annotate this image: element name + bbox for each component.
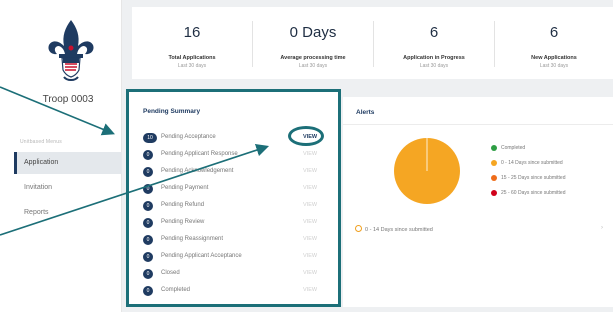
pending-row-closed: 0 Closed VIEW bbox=[143, 268, 323, 280]
pending-row-label: Pending Refund bbox=[161, 202, 205, 208]
stat-average-processing-time: 0 Days Average processing time Last 30 d… bbox=[253, 7, 373, 79]
view-button[interactable]: VIEW bbox=[303, 270, 317, 276]
pending-row-label: Closed bbox=[161, 270, 180, 276]
stat-period: Last 30 days bbox=[177, 63, 207, 69]
pending-row-applicant-acceptance: 0 Pending Applicant Acceptance VIEW bbox=[143, 251, 323, 263]
legend-label: 0 - 14 Days since submitted bbox=[501, 160, 563, 166]
view-button[interactable]: VIEW bbox=[303, 219, 317, 225]
legend-dot bbox=[491, 190, 497, 196]
legend-label: Completed bbox=[501, 145, 526, 151]
stat-label: Total Applications bbox=[168, 55, 216, 61]
alerts-divider bbox=[343, 124, 613, 125]
stat-period: Last 30 days bbox=[298, 63, 328, 69]
stat-period: Last 30 days bbox=[539, 63, 569, 69]
view-button[interactable]: VIEW bbox=[303, 185, 317, 191]
view-button[interactable]: VIEW bbox=[303, 287, 317, 293]
stat-value: 0 Days bbox=[289, 24, 337, 41]
view-button[interactable]: VIEW bbox=[303, 253, 317, 259]
pending-row-payment: 0 Pending Payment VIEW bbox=[143, 183, 323, 195]
pending-row-label: Pending Acknowledgement bbox=[161, 168, 234, 174]
pending-row-refund: 0 Pending Refund VIEW bbox=[143, 200, 323, 212]
pending-row-label: Pending Reassignment bbox=[161, 236, 224, 242]
legend-label: 15 - 25 Days since submitted bbox=[501, 175, 566, 181]
view-button[interactable]: VIEW bbox=[303, 202, 317, 208]
count-badge: 0 bbox=[143, 269, 153, 279]
count-badge: 10 bbox=[143, 133, 157, 143]
alert-row-label: 0 - 14 Days since submitted bbox=[365, 227, 433, 233]
stat-label: New Applications bbox=[531, 55, 577, 61]
stat-label: Application in Progress bbox=[403, 55, 465, 61]
legend-dot bbox=[491, 175, 497, 181]
pending-row-reassignment: 0 Pending Reassignment VIEW bbox=[143, 234, 323, 246]
pending-row-review: 0 Pending Review VIEW bbox=[143, 217, 323, 229]
stats-bar: 16 Total Applications Last 30 days 0 Day… bbox=[132, 7, 613, 79]
view-button[interactable]: VIEW bbox=[303, 236, 317, 242]
alerts-title: Alerts bbox=[356, 109, 375, 116]
pending-row-acknowledgement: 0 Pending Acknowledgement VIEW bbox=[143, 166, 323, 178]
alerts-panel: Alerts Completed 0 - 14 Days since submi… bbox=[343, 97, 613, 307]
sidebar-item-application[interactable]: Application bbox=[14, 152, 122, 174]
count-badge: 0 bbox=[143, 218, 153, 228]
pending-row-completed: 0 Completed VIEW bbox=[143, 285, 323, 297]
legend-label: 25 - 60 Days since submitted bbox=[501, 190, 566, 196]
app-window: Troop 0003 Unitbased Menus Application I… bbox=[14, 0, 613, 312]
pending-row-label: Pending Review bbox=[161, 219, 205, 225]
stat-value: 6 bbox=[429, 24, 439, 41]
stat-application-in-progress: 6 Application in Progress Last 30 days bbox=[374, 7, 494, 79]
pending-row-label: Completed bbox=[161, 287, 191, 293]
pending-row-applicant-response: 0 Pending Applicant Response VIEW bbox=[143, 149, 323, 161]
alerts-pie-chart bbox=[394, 138, 460, 204]
count-badge: 0 bbox=[143, 252, 153, 262]
stat-total-applications: 16 Total Applications Last 30 days bbox=[132, 7, 252, 79]
stat-new-applications: 6 New Applications Last 30 days bbox=[495, 7, 613, 79]
sidebar: Troop 0003 Unitbased Menus Application I… bbox=[14, 0, 122, 312]
alert-row-0-14-days[interactable]: 0 - 14 Days since submitted › bbox=[355, 225, 603, 235]
stat-label: Average processing time bbox=[280, 55, 346, 61]
chevron-right-icon: › bbox=[601, 225, 603, 231]
pending-summary-panel: Pending Summary 10 Pending Acceptance VI… bbox=[126, 89, 341, 307]
stat-value: 6 bbox=[549, 24, 559, 41]
stat-value: 16 bbox=[183, 24, 201, 41]
legend-dot bbox=[491, 160, 497, 166]
count-badge: 0 bbox=[143, 235, 153, 245]
sidebar-item-invitation[interactable]: Invitation bbox=[14, 177, 122, 199]
count-badge: 0 bbox=[143, 286, 153, 296]
legend-dot bbox=[491, 145, 497, 151]
view-button[interactable]: VIEW bbox=[303, 151, 317, 157]
view-button[interactable]: VIEW bbox=[303, 168, 317, 174]
pending-summary-title: Pending Summary bbox=[143, 108, 201, 115]
pending-row-label: Pending Acceptance bbox=[161, 134, 216, 140]
stat-period: Last 30 days bbox=[419, 63, 449, 69]
count-badge: 0 bbox=[143, 150, 153, 160]
nav-heading: Unitbased Menus bbox=[20, 139, 62, 145]
troop-name: Troop 0003 bbox=[42, 94, 94, 105]
clock-icon bbox=[355, 225, 362, 232]
pending-row-label: Pending Applicant Response bbox=[161, 151, 238, 157]
sidebar-item-reports[interactable]: Reports bbox=[14, 202, 122, 224]
pending-row-label: Pending Applicant Acceptance bbox=[161, 253, 242, 259]
pending-row-label: Pending Payment bbox=[161, 185, 209, 191]
count-badge: 0 bbox=[143, 201, 153, 211]
view-highlight-ring bbox=[288, 126, 324, 146]
scouts-fleur-de-lis-logo bbox=[48, 20, 94, 81]
count-badge: 0 bbox=[143, 184, 153, 194]
count-badge: 0 bbox=[143, 167, 153, 177]
